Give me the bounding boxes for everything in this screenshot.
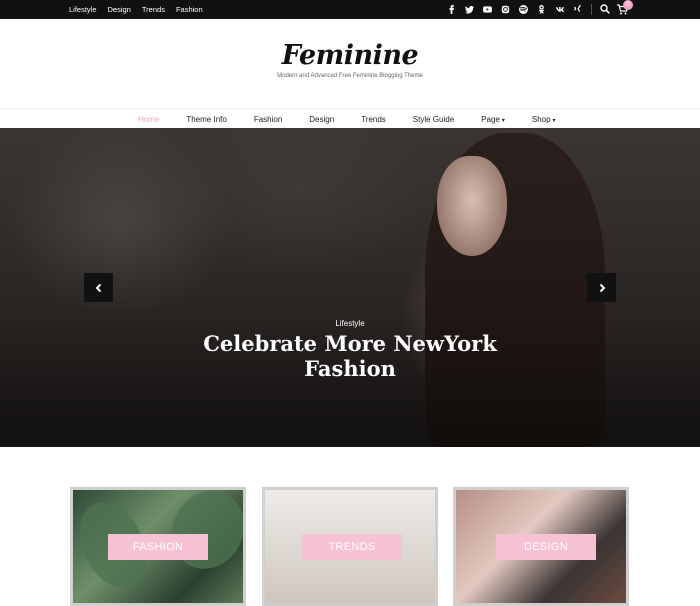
nav-item-theme-info[interactable]: Theme Info bbox=[186, 115, 226, 124]
odnoklassniki-icon[interactable] bbox=[536, 5, 546, 15]
slider-next-button[interactable] bbox=[587, 273, 616, 302]
chevron-left-icon bbox=[95, 283, 101, 292]
top-nav-lifestyle[interactable]: Lifestyle bbox=[69, 5, 97, 14]
main-nav: Home Theme Info Fashion Design Trends St… bbox=[0, 108, 700, 128]
top-nav: Lifestyle Design Trends Fashion bbox=[69, 0, 203, 19]
search-icon[interactable] bbox=[600, 4, 610, 14]
top-bar: Lifestyle Design Trends Fashion 0 bbox=[0, 0, 700, 19]
site-branding: Feminine bbox=[0, 40, 700, 71]
hero-title[interactable]: Celebrate More NewYork Fashion bbox=[200, 331, 500, 381]
category-card-trends[interactable]: TRENDS bbox=[262, 487, 438, 606]
facebook-icon[interactable] bbox=[446, 5, 456, 15]
xing-icon[interactable] bbox=[572, 5, 582, 15]
nav-item-page-label: Page bbox=[481, 114, 500, 124]
top-separator bbox=[591, 4, 592, 15]
nav-item-trends[interactable]: Trends bbox=[361, 115, 386, 124]
site-logo[interactable]: Feminine bbox=[282, 40, 419, 71]
category-label-design[interactable]: DESIGN bbox=[496, 534, 596, 560]
cart-count-badge: 0 bbox=[623, 0, 633, 10]
nav-item-shop[interactable]: Shop ▾ bbox=[532, 115, 556, 124]
nav-item-design[interactable]: Design bbox=[309, 115, 334, 124]
nav-item-fashion[interactable]: Fashion bbox=[254, 115, 282, 124]
chevron-down-icon: ▾ bbox=[552, 117, 556, 124]
nav-item-home[interactable]: Home bbox=[138, 115, 159, 124]
instagram-icon[interactable] bbox=[500, 5, 510, 15]
slider-prev-button[interactable] bbox=[84, 273, 113, 302]
chevron-down-icon: ▾ bbox=[501, 117, 505, 124]
category-label-trends[interactable]: TRENDS bbox=[302, 534, 402, 560]
nav-item-shop-label: Shop bbox=[531, 114, 551, 124]
top-nav-trends[interactable]: Trends bbox=[142, 5, 165, 14]
chevron-right-icon bbox=[599, 283, 605, 292]
category-card-fashion[interactable]: FASHION bbox=[70, 487, 246, 606]
twitter-icon[interactable] bbox=[464, 5, 474, 15]
site-tagline: Modern and Advanced Free Feminine Bloggi… bbox=[277, 73, 423, 79]
category-label-fashion[interactable]: FASHION bbox=[108, 534, 208, 560]
top-nav-design[interactable]: Design bbox=[108, 5, 131, 14]
social-links bbox=[446, 0, 582, 19]
nav-item-page[interactable]: Page ▾ bbox=[481, 115, 505, 124]
spotify-icon[interactable] bbox=[518, 5, 528, 15]
vk-icon[interactable] bbox=[554, 5, 564, 15]
nav-item-style-guide[interactable]: Style Guide bbox=[413, 115, 454, 124]
category-card-design[interactable]: DESIGN bbox=[453, 487, 629, 606]
top-nav-fashion[interactable]: Fashion bbox=[176, 5, 203, 14]
hero-slider: Lifestyle Celebrate More NewYork Fashion bbox=[0, 128, 700, 447]
youtube-icon[interactable] bbox=[482, 5, 492, 15]
hero-category[interactable]: Lifestyle bbox=[0, 319, 700, 328]
